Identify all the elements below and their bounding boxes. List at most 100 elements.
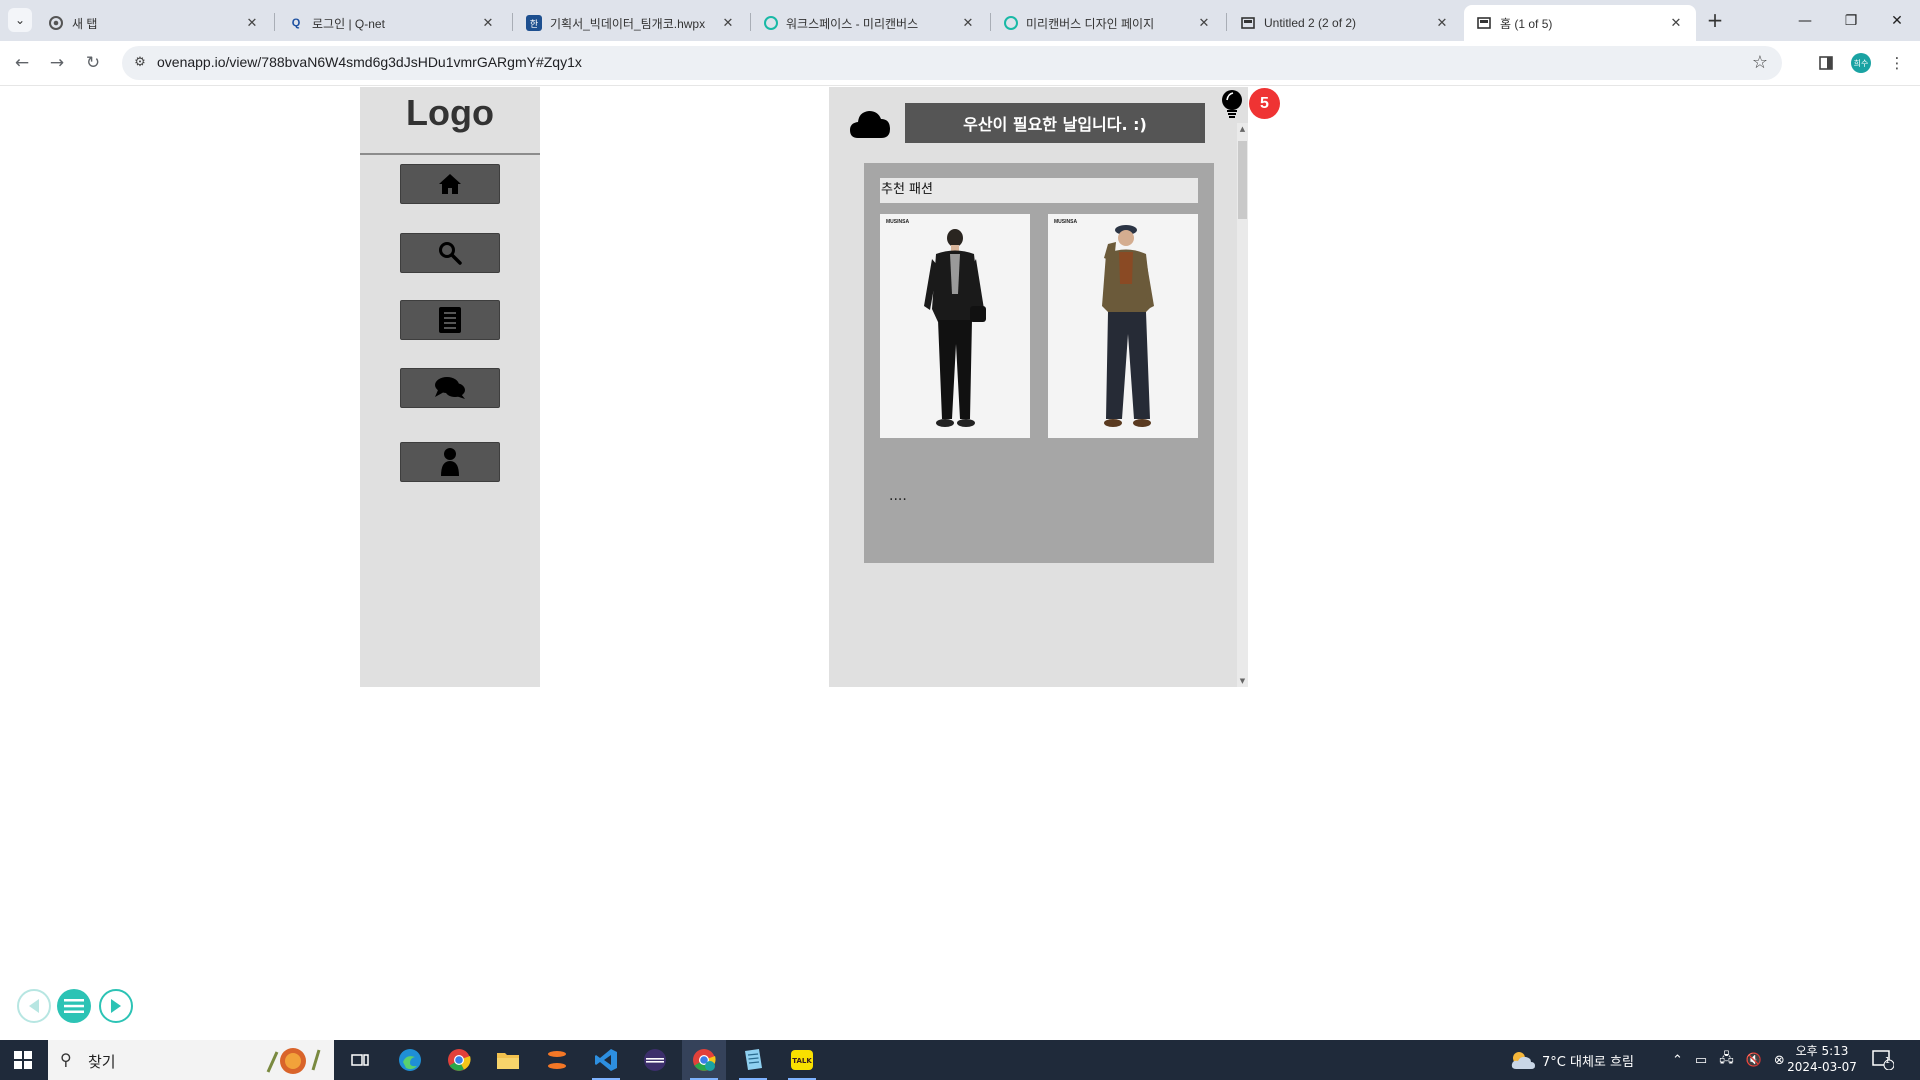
qnet-icon: Q: [291, 17, 301, 29]
miricanvas-icon: [1004, 16, 1018, 30]
fashion-photo: [880, 214, 1030, 438]
minimize-icon[interactable]: —: [1780, 0, 1830, 41]
browser-tab[interactable]: 워크스페이스 - 미리캔버스 ✕: [752, 5, 988, 41]
tab-title: 워크스페이스 - 미리캔버스: [786, 16, 919, 31]
taskbar-search-label: 찾기: [88, 1053, 116, 1071]
weather-widget[interactable]: 7°C 대체로 흐림: [1510, 1040, 1634, 1080]
nav-search-button[interactable]: [400, 233, 500, 273]
tab-search-chevron-icon[interactable]: ⌄: [8, 8, 32, 32]
nav-home-button[interactable]: [400, 164, 500, 204]
weather-text: 7°C 대체로 흐림: [1542, 1054, 1634, 1070]
network-icon[interactable]: 🖧: [1719, 1049, 1734, 1071]
clock-date: 2024-03-07: [1787, 1060, 1857, 1074]
recommended-fashion-panel: 추천 패션 MUSINSA MUSINSA ....: [864, 163, 1214, 563]
notepad-icon[interactable]: [731, 1040, 775, 1080]
window-close-icon[interactable]: ✕: [1872, 0, 1920, 41]
menu-button[interactable]: [57, 989, 91, 1023]
taskbar-clock[interactable]: 오후 5:13 2024-03-07: [1786, 1043, 1858, 1075]
browser-tab-active[interactable]: 홈 (1 of 5) ✕: [1464, 5, 1696, 41]
tab-title: 미리캔버스 디자인 페이지: [1026, 16, 1155, 31]
vscode-icon[interactable]: [584, 1040, 628, 1080]
browser-tab-bar: ⌄ 새 탭 ✕ Q 로그인 | Q-net ✕ 한 기획서_빅데이터_팀개코.h…: [0, 0, 1920, 41]
profile-avatar[interactable]: 희수: [1851, 53, 1871, 73]
tab-close-icon[interactable]: ✕: [1196, 15, 1212, 31]
fashion-card[interactable]: MUSINSA: [1048, 214, 1198, 438]
hwp-icon: 한: [526, 15, 542, 31]
chrome-icon[interactable]: [437, 1040, 481, 1080]
restore-icon[interactable]: ❐: [1826, 0, 1876, 41]
search-highlight-icon: [266, 1048, 321, 1074]
tab-separator: [990, 13, 991, 31]
browser-tab[interactable]: 미리캔버스 디자인 페이지 ✕: [992, 5, 1224, 41]
weather-message: 우산이 필요한 날입니다. :): [905, 103, 1205, 143]
browser-tab[interactable]: 새 탭 ✕: [36, 5, 272, 41]
tray-chevron-icon[interactable]: ⌃: [1672, 1053, 1683, 1068]
next-slide-button[interactable]: [99, 989, 133, 1023]
status-x-icon[interactable]: ⊗: [1774, 1053, 1785, 1068]
tab-title: 새 탭: [72, 16, 98, 31]
eclipse-icon[interactable]: [633, 1040, 677, 1080]
nav-chat-button[interactable]: [400, 368, 500, 408]
new-tab-button[interactable]: +: [1703, 9, 1727, 33]
jupyter-icon[interactable]: [535, 1040, 579, 1080]
tab-title: 로그인 | Q-net: [312, 16, 385, 31]
document-icon: [439, 307, 461, 333]
back-arrow-icon[interactable]: ←: [8, 49, 36, 77]
browser-tab[interactable]: 한 기획서_빅데이터_팀개코.hwpx ✕: [514, 5, 748, 41]
tab-close-icon[interactable]: ✕: [244, 15, 260, 31]
menu-icon: [64, 999, 84, 1013]
tab-separator: [512, 13, 513, 31]
kakaotalk-icon[interactable]: TALK: [780, 1040, 824, 1080]
windows-start-icon[interactable]: [0, 1040, 46, 1080]
address-bar[interactable]: ⚙ ovenapp.io/view/788bvaN6W4smd6g3dJsHDu…: [122, 46, 1782, 80]
reload-icon[interactable]: ↻: [79, 49, 107, 77]
screen-scrollbar[interactable]: ▲ ▼: [1237, 123, 1248, 687]
scroll-thumb[interactable]: [1238, 141, 1247, 219]
bookmark-star-icon[interactable]: ☆: [1752, 52, 1768, 73]
scroll-down-arrow-icon[interactable]: ▼: [1237, 675, 1248, 687]
meet-now-icon[interactable]: ▭: [1695, 1053, 1707, 1068]
tab-separator: [274, 13, 275, 31]
tab-close-icon[interactable]: ✕: [1668, 15, 1684, 31]
user-icon: [441, 448, 459, 476]
kebab-menu-icon[interactable]: ⋮: [1885, 51, 1909, 75]
browser-tab[interactable]: Untitled 2 (2 of 2) ✕: [1228, 5, 1462, 41]
tab-close-icon[interactable]: ✕: [720, 15, 736, 31]
tab-close-icon[interactable]: ✕: [480, 15, 496, 31]
volume-muted-icon[interactable]: 🔇: [1746, 1053, 1762, 1068]
side-panel-icon[interactable]: [1814, 51, 1838, 75]
nav-document-button[interactable]: [400, 300, 500, 340]
oven-icon: [1476, 15, 1492, 31]
prev-slide-button[interactable]: [17, 989, 51, 1023]
forward-arrow-icon[interactable]: →: [43, 49, 71, 77]
mobile-screen: 우산이 필요한 날입니다. :) 5 ▲ ▼ 추천 패션 MUSINSA MUS…: [829, 87, 1280, 687]
tab-close-icon[interactable]: ✕: [1434, 15, 1450, 31]
notification-count: 1: [1885, 1056, 1891, 1065]
url-text[interactable]: ovenapp.io/view/788bvaN6W4smd6g3dJsHDu1v…: [157, 54, 582, 70]
sidebar: Logo: [360, 87, 540, 687]
scroll-up-arrow-icon[interactable]: ▲: [1237, 123, 1248, 135]
chrome-profile-icon[interactable]: [682, 1040, 726, 1080]
tab-close-icon[interactable]: ✕: [960, 15, 976, 31]
edge-icon[interactable]: [388, 1040, 432, 1080]
fashion-card[interactable]: MUSINSA: [880, 214, 1030, 438]
nav-profile-button[interactable]: [400, 442, 500, 482]
site-settings-icon[interactable]: ⚙: [130, 53, 150, 73]
brand-label: MUSINSA: [1054, 219, 1078, 225]
search-icon: [439, 242, 462, 265]
logo-divider: [360, 153, 540, 155]
notification-center-icon[interactable]: 1: [1872, 1040, 1894, 1080]
browser-toolbar: ← → ↻ ⚙ ovenapp.io/view/788bvaN6W4smd6g3…: [0, 41, 1920, 86]
taskbar-search[interactable]: ⚲ 찾기: [48, 1040, 334, 1080]
more-indicator: ....: [889, 488, 907, 504]
prototype-page: Logo 우산이 필요한 날입니다. :) 5 ▲ ▼ 추천 패션 MUSINS…: [0, 86, 1920, 1040]
play-icon: [111, 999, 121, 1013]
browser-tab[interactable]: Q 로그인 | Q-net ✕: [276, 5, 508, 41]
file-explorer-icon[interactable]: [486, 1040, 530, 1080]
oven-icon: [1240, 15, 1256, 31]
tab-title: 홈 (1 of 5): [1500, 16, 1553, 31]
task-view-icon[interactable]: [338, 1040, 382, 1080]
notification-badge: 5: [1249, 88, 1280, 119]
clock-time: 오후 5:13: [1795, 1044, 1849, 1058]
lightbulb-icon[interactable]: [1220, 89, 1244, 119]
